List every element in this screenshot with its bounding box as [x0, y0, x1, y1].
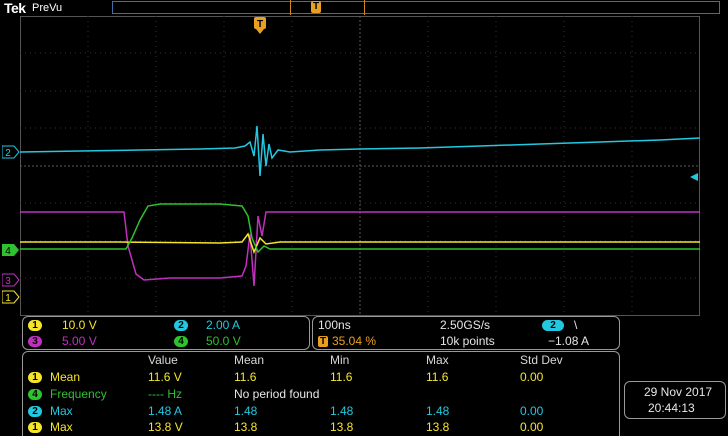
ch4-badge[interactable]: 4	[174, 336, 188, 347]
col-header-max: Max	[426, 353, 449, 367]
trigger-position[interactable]: 35.04 %	[332, 334, 376, 348]
trigger-level[interactable]: −1.08 A	[548, 334, 589, 348]
trigger-level-arrow-icon[interactable]	[690, 172, 700, 182]
brand-logo: Tek	[4, 0, 26, 16]
meas-row-3-std: 0.00	[520, 404, 544, 418]
col-header-min: Min	[330, 353, 350, 367]
meas-row-4-name[interactable]: Max	[50, 420, 73, 434]
ch3-badge[interactable]: 3	[28, 336, 42, 347]
date-display: 29 Nov 2017	[644, 385, 713, 399]
meas-row-3-ch-badge[interactable]: 2	[28, 406, 42, 417]
meas-row-2-value: ---- Hz	[148, 387, 182, 401]
ch2-scale[interactable]: 2.00 A	[206, 318, 240, 332]
svg-text:4: 4	[5, 246, 11, 257]
ch4-ground-marker-icon[interactable]: 4	[2, 243, 20, 257]
time-display: 20:44:13	[648, 401, 695, 415]
meas-row-3-min: 1.48	[330, 404, 354, 418]
meas-row-2-note: No period found	[234, 387, 320, 401]
top-bar: Tek PreVu T	[0, 0, 728, 16]
ch4-scale[interactable]: 50.0 V	[206, 334, 241, 348]
meas-row-4-mean: 13.8	[234, 420, 258, 434]
meas-row-3-mean: 1.48	[234, 404, 258, 418]
col-header-stddev: Std Dev	[520, 353, 563, 367]
meas-row-2-name[interactable]: Frequency	[50, 387, 107, 401]
meas-row-3-value: 1.48 A	[148, 404, 183, 418]
meas-row-1-ch-badge[interactable]: 1	[28, 372, 42, 383]
meas-row-4-ch-badge[interactable]: 1	[28, 422, 42, 433]
record-overview-bar[interactable]	[112, 1, 720, 14]
meas-row-2-ch-badge[interactable]: 4	[28, 389, 42, 400]
meas-row-1-std: 0.00	[520, 370, 544, 384]
meas-row-1-min: 11.6	[330, 370, 353, 384]
col-header-mean: Mean	[234, 353, 265, 367]
record-length[interactable]: 10k points	[440, 334, 495, 348]
meas-row-1-name[interactable]: Mean	[50, 370, 80, 384]
meas-row-1-value: 11.6 V	[148, 370, 182, 384]
svg-text:1: 1	[5, 293, 11, 304]
meas-row-4-value: 13.8 V	[148, 420, 183, 434]
meas-row-4-std: 0.00	[520, 420, 544, 434]
ch1-scale[interactable]: 10.0 V	[62, 318, 97, 332]
display-window-bracket	[290, 0, 365, 15]
meas-row-3-name[interactable]: Max	[50, 404, 73, 418]
ch2-badge[interactable]: 2	[174, 320, 188, 331]
trigger-pos-icon: T	[318, 336, 328, 347]
meas-row-3-max: 1.48	[426, 404, 450, 418]
sample-rate[interactable]: 2.50GS/s	[440, 318, 490, 332]
trigger-position-marker-icon[interactable]: T	[254, 17, 266, 35]
ch3-ground-marker-icon[interactable]: 3	[2, 273, 20, 287]
svg-text:3: 3	[5, 276, 11, 287]
svg-text:T: T	[257, 19, 263, 30]
graticule[interactable]	[20, 16, 700, 316]
trigger-position-top-icon: T	[311, 1, 321, 13]
meas-row-1-mean: 11.6	[234, 370, 257, 384]
col-header-value: Value	[148, 353, 178, 367]
ch3-scale[interactable]: 5.00 V	[62, 334, 97, 348]
ch2-ground-marker-icon[interactable]: 2	[2, 145, 20, 159]
acquisition-mode: PreVu	[32, 2, 63, 14]
trigger-top-letter: T	[312, 1, 320, 12]
ch1-badge[interactable]: 1	[28, 320, 42, 331]
meas-row-4-max: 13.8	[426, 420, 450, 434]
meas-row-4-min: 13.8	[330, 420, 354, 434]
meas-row-1-max: 11.6	[426, 370, 449, 384]
trigger-slope-icon[interactable]: \	[574, 318, 577, 332]
trigger-source-badge[interactable]: 2	[542, 320, 564, 331]
ch1-ground-marker-icon[interactable]: 1	[2, 290, 20, 304]
time-per-div[interactable]: 100ns	[318, 318, 351, 332]
svg-text:2: 2	[5, 148, 11, 159]
